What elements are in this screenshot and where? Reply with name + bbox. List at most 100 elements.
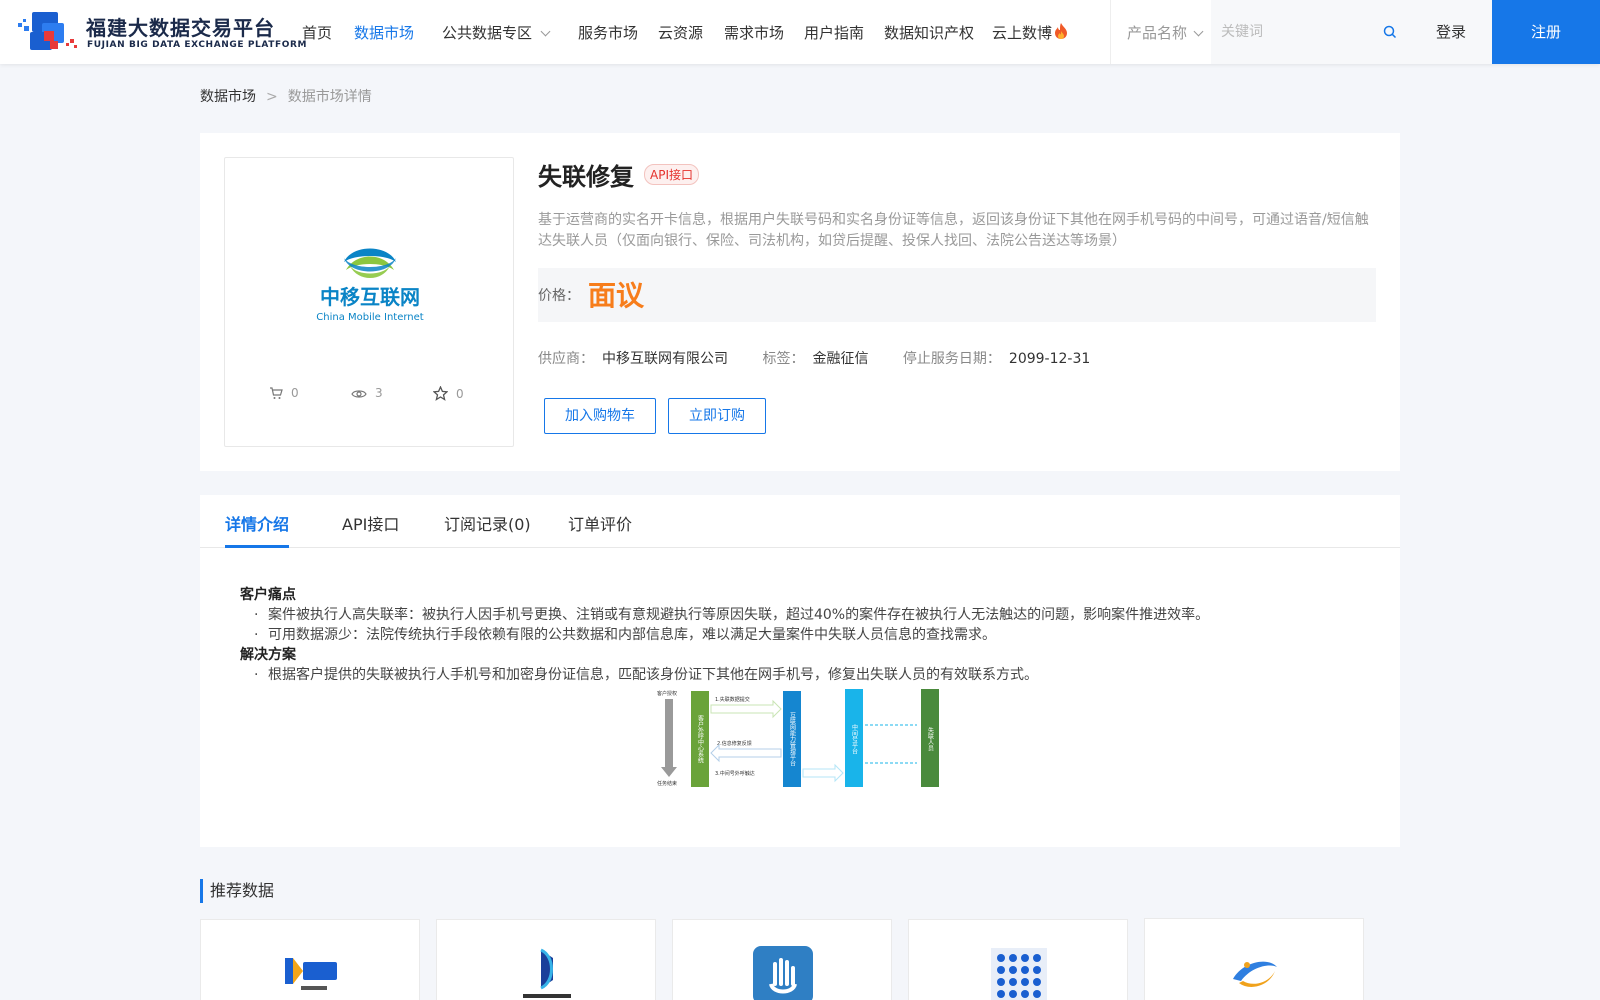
site-logo[interactable]: 福建大数据交易平台 FUJIAN BIG DATA EXCHANGE PLATF… <box>16 9 306 55</box>
product-title: 失联修复 <box>538 163 634 191</box>
flame-icon <box>1055 23 1068 39</box>
search-input[interactable] <box>1221 20 1371 44</box>
recommend-title: 推荐数据 <box>200 879 274 903</box>
product-info: 失联修复 API接口 基于运营商的实名开卡信息，根据用户失联号码和实名身份证等信息… <box>538 157 1376 434</box>
breadcrumb-root[interactable]: 数据市场 <box>200 89 256 105</box>
supplier-value: 中移互联网有限公司 <box>602 351 728 367</box>
top-header: 福建大数据交易平台 FUJIAN BIG DATA EXCHANGE PLATF… <box>0 0 1600 64</box>
price-value: 面议 <box>588 279 645 312</box>
favorite-count: 0 <box>432 385 464 401</box>
diagram-arrow-down <box>661 767 677 777</box>
active-tab-indicator <box>225 545 289 548</box>
login-button[interactable]: 登录 <box>1410 0 1492 64</box>
diagram-step-1: 1.失联数据提交 <box>715 696 750 703</box>
register-button[interactable]: 注册 <box>1492 0 1600 64</box>
product-description: 基于运营商的实名开卡信息，根据用户失联号码和实名身份证等信息，返回该身份证下其他… <box>538 212 1369 249</box>
subscribe-button[interactable]: 立即订购 <box>668 398 766 434</box>
pain-points-title: 客户痛点 <box>240 587 296 603</box>
diagram-arrow-right <box>710 699 782 719</box>
product-card: 中移互联网 China Mobile Internet 0 3 0 失联修复 AP… <box>200 133 1400 471</box>
diagram-left-top: 客户授权 <box>657 690 677 697</box>
nav-cloud-expo-label: 云上数博 <box>992 24 1053 42</box>
diagram-arrow-right-2 <box>802 763 844 783</box>
breadcrumb: 数据市场 > 数据市场详情 <box>200 86 372 106</box>
pain-point-item: 案件被执行人高失联率：被执行人因手机号更换、注销或有意规避执行等原因失联，超过4… <box>240 605 1360 625</box>
nav-data-ip[interactable]: 数据知识产权 <box>884 22 974 43</box>
dot-grid-logo-icon <box>991 948 1047 1000</box>
tab-subscription-records[interactable]: 订阅记录(0) <box>444 511 531 535</box>
product-image: 中移互联网 China Mobile Internet 0 3 0 <box>224 157 514 447</box>
logo-title-cn: 福建大数据交易平台 <box>86 16 275 40</box>
nav-public-data-label: 公共数据专区 <box>442 24 533 42</box>
detail-body: 客户痛点 案件被执行人高失联率：被执行人因手机号更换、注销或有意规避执行等原因失… <box>240 585 1360 685</box>
recommend-card[interactable] <box>672 919 892 1000</box>
nav-user-guide[interactable]: 用户指南 <box>804 22 864 43</box>
cart-count: 0 <box>269 386 299 400</box>
nav-data-market[interactable]: 数据市场 <box>354 22 414 43</box>
search-category-label: 产品名称 <box>1127 24 1188 42</box>
recommend-card[interactable] <box>1144 918 1364 1000</box>
cart-count-value: 0 <box>291 386 299 400</box>
nav-cloud-resource[interactable]: 云资源 <box>658 22 703 43</box>
eye-icon <box>351 390 367 398</box>
tag-value: 金融征信 <box>812 351 869 367</box>
logo-mark-icon <box>18 12 77 50</box>
pain-point-item: 可用数据源少：法院传统执行手段依赖有限的公共数据和内部信息库，难以满足大量案件中… <box>240 625 1360 645</box>
price-row: 价格： 面议 <box>538 268 1376 322</box>
recommend-card[interactable] <box>908 919 1128 1000</box>
chevron-down-icon <box>540 26 551 37</box>
product-image-text-cn: 中移互联网 <box>320 285 420 309</box>
nav-service-market[interactable]: 服务市场 <box>578 22 638 43</box>
logo-title-en: FUJIAN BIG DATA EXCHANGE PLATFORM <box>87 40 308 50</box>
solution-title: 解决方案 <box>240 647 296 663</box>
recommend-card[interactable] <box>436 919 656 1000</box>
tab-detail-intro[interactable]: 详情介绍 <box>225 511 289 535</box>
api-badge: API接口 <box>644 164 699 185</box>
swoosh-logo-icon <box>1233 961 1277 987</box>
view-count-value: 3 <box>375 386 383 400</box>
recommend-card[interactable] <box>200 919 420 1000</box>
product-image-text-en: China Mobile Internet <box>316 312 424 323</box>
diagram-col-3-text: 中间号平台 <box>851 723 858 755</box>
favorite-count-value: 0 <box>456 387 464 401</box>
breadcrumb-current: 数据市场详情 <box>287 89 372 105</box>
product-stats: 0 3 0 <box>225 385 515 406</box>
solution-flow-diagram: 客户授权 任务结束 客户外呼中心系统 互联网能力管理平台 中间号平台 失联人员 … <box>657 689 939 787</box>
tab-api[interactable]: API接口 <box>342 511 399 535</box>
tab-order-reviews[interactable]: 订单评价 <box>568 511 632 535</box>
view-count: 3 <box>351 386 383 400</box>
data-logo-icon <box>523 948 571 998</box>
nav-cloud-expo[interactable]: 云上数博 <box>992 22 1068 43</box>
chevron-down-icon <box>1193 26 1204 37</box>
price-label: 价格： <box>538 288 580 304</box>
nav-home[interactable]: 首页 <box>302 22 332 43</box>
stop-date-value: 2099-12-31 <box>1008 351 1091 367</box>
star-icon[interactable] <box>432 385 449 401</box>
diagram-left-bottom: 任务结束 <box>657 780 677 787</box>
diagram-step-3: 3.中间号外呼触达 <box>715 770 755 777</box>
add-to-cart-button[interactable]: 加入购物车 <box>544 398 656 434</box>
diagram-step-2: 2.信息修复反馈 <box>717 740 752 747</box>
supplier-label: 供应商： <box>538 351 594 367</box>
meta-row: 供应商： 中移互联网有限公司 标签： 金融征信 停止服务日期： 2099-12-31 <box>538 348 1376 368</box>
detail-card: 详情介绍 API接口 订阅记录(0) 订单评价 客户痛点 案件被执行人高失联率：… <box>200 495 1400 847</box>
diagram-arrow-left <box>710 743 782 763</box>
china-mobile-logo-icon: 中移互联网 China Mobile Internet <box>316 248 424 323</box>
diagram-col-2-text: 互联网能力管理平台 <box>789 712 796 767</box>
detail-tabs: 详情介绍 API接口 订阅记录(0) 订单评价 <box>200 495 1400 548</box>
diagram-col-4-text: 失联人员 <box>927 726 934 752</box>
search-category-select[interactable]: 产品名称 <box>1127 22 1204 43</box>
action-buttons: 加入购物车 立即订购 <box>538 398 1376 434</box>
search-icon[interactable] <box>1383 25 1397 39</box>
hand-app-icon <box>753 946 813 1000</box>
tag-label: 标签： <box>762 351 805 367</box>
stop-date-label: 停止服务日期： <box>902 351 1001 367</box>
search-area: 产品名称 <box>1110 0 1411 64</box>
nav-demand-market[interactable]: 需求市场 <box>724 22 784 43</box>
diagram-left-bar <box>665 699 673 769</box>
nav-public-data[interactable]: 公共数据专区 <box>442 22 551 43</box>
adcid-logo-icon <box>285 958 337 990</box>
cart-icon <box>270 387 283 399</box>
search-box <box>1211 0 1411 64</box>
breadcrumb-separator: > <box>266 89 278 105</box>
